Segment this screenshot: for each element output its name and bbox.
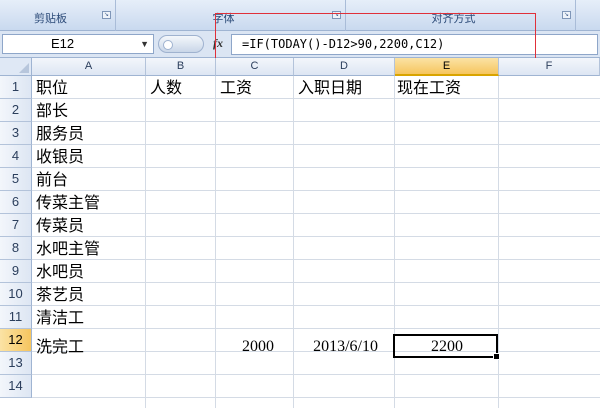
ribbon-group-strip: 剪贴板 ↘ 字体 ↘ 对齐方式 ↘ — [0, 0, 600, 31]
dialog-launcher-icon[interactable]: ↘ — [102, 11, 111, 19]
column-header-f[interactable]: F — [499, 58, 600, 76]
row-header[interactable]: 13 — [0, 352, 32, 375]
row-header[interactable]: 5 — [0, 168, 32, 191]
column-header-c[interactable]: C — [216, 58, 294, 76]
name-box-value: E12 — [51, 36, 75, 51]
cell-a10[interactable]: 茶艺员 — [36, 283, 84, 306]
row-header[interactable]: 14 — [0, 375, 32, 398]
row-header[interactable]: 4 — [0, 145, 32, 168]
worksheet-grid[interactable] — [32, 76, 600, 408]
cell-a12[interactable]: 洗完工 — [36, 335, 84, 358]
cell-a1[interactable]: 职位 — [36, 76, 68, 99]
insert-function-icon[interactable]: fx — [213, 36, 223, 51]
cell-a8[interactable]: 水吧主管 — [36, 237, 100, 260]
dialog-launcher-icon[interactable]: ↘ — [562, 11, 571, 19]
cell-c1[interactable]: 工资 — [220, 76, 252, 99]
cell-a5[interactable]: 前台 — [36, 168, 68, 191]
cell-a9[interactable]: 水吧员 — [36, 260, 84, 283]
name-box[interactable]: E12 ▼ — [2, 34, 154, 54]
cell-e1[interactable]: 现在工资 — [397, 76, 461, 99]
row-header[interactable]: 6 — [0, 191, 32, 214]
cell-a11[interactable]: 清洁工 — [36, 306, 84, 329]
ribbon-group-clipboard: 剪贴板 ↘ — [0, 0, 116, 31]
row-header[interactable]: 8 — [0, 237, 32, 260]
ribbon-group-font: 字体 ↘ — [116, 0, 346, 31]
cell-a4[interactable]: 收银员 — [36, 145, 84, 168]
formula-bar: E12 ▼ fx =IF(TODAY()-D12>90,2200,C12) — [0, 31, 600, 58]
cell-a2[interactable]: 部长 — [36, 99, 68, 122]
cell-d1[interactable]: 入职日期 — [298, 76, 362, 99]
row-header[interactable]: 10 — [0, 283, 32, 306]
active-cell-outline[interactable] — [393, 334, 500, 360]
ribbon-group-label: 剪贴板 — [34, 12, 67, 25]
column-header-b[interactable]: B — [146, 58, 216, 76]
ribbon-group-label: 字体 — [212, 12, 235, 25]
row-header[interactable]: 3 — [0, 122, 32, 145]
row-header[interactable]: 7 — [0, 214, 32, 237]
column-header-d[interactable]: D — [294, 58, 395, 76]
formula-bar-resize-handle[interactable] — [158, 35, 204, 53]
cell-c12[interactable]: 2000 — [216, 335, 274, 358]
row-header[interactable]: 11 — [0, 306, 32, 329]
cell-a3[interactable]: 服务员 — [36, 122, 84, 145]
row-header[interactable]: 2 — [0, 99, 32, 122]
row-header-selected[interactable]: 12 — [0, 329, 32, 352]
cell-b1[interactable]: 人数 — [150, 76, 182, 99]
chevron-down-icon[interactable]: ▼ — [140, 35, 149, 53]
cell-a7[interactable]: 传菜员 — [36, 214, 84, 237]
dialog-launcher-icon[interactable]: ↘ — [332, 11, 341, 19]
row-header[interactable]: 9 — [0, 260, 32, 283]
column-header-e[interactable]: E — [395, 58, 499, 76]
row-header[interactable]: 1 — [0, 76, 32, 99]
cell-a6[interactable]: 传菜主管 — [36, 191, 100, 214]
column-header-a[interactable]: A — [32, 58, 146, 76]
ribbon-group-alignment: 对齐方式 ↘ — [346, 0, 576, 31]
select-all-corner[interactable] — [0, 58, 32, 76]
formula-input[interactable]: =IF(TODAY()-D12>90,2200,C12) — [231, 34, 598, 55]
cell-d12[interactable]: 2013/6/10 — [294, 335, 378, 358]
ribbon-group-label: 对齐方式 — [431, 12, 476, 25]
